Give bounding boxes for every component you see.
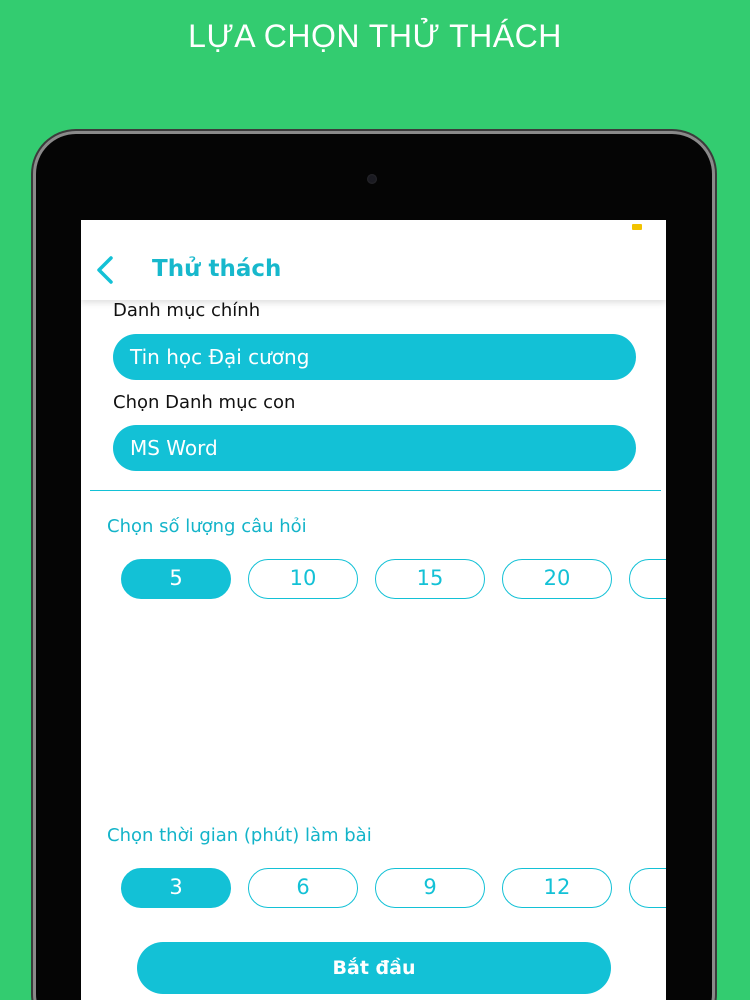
time-limit-option[interactable] <box>629 868 666 908</box>
camera-icon <box>367 174 377 184</box>
time-limit-option[interactable]: 6 <box>248 868 358 908</box>
back-button[interactable] <box>91 252 121 288</box>
app-screen: Thử thách Danh mục chính Tin học Đại cươ… <box>81 220 666 1000</box>
sub-category-value: MS Word <box>130 436 218 460</box>
time-limit-label: Chọn thời gian (phút) làm bài <box>107 825 372 846</box>
question-count-option[interactable]: 15 <box>375 559 485 599</box>
main-category-label: Danh mục chính <box>113 300 261 321</box>
question-count-option[interactable]: 10 <box>248 559 358 599</box>
tablet-frame: Thử thách Danh mục chính Tin học Đại cươ… <box>36 134 712 1000</box>
sub-category-select[interactable]: MS Word <box>113 425 636 471</box>
question-count-option[interactable] <box>629 559 666 599</box>
status-indicator-icon <box>632 224 642 230</box>
time-limit-option[interactable]: 12 <box>502 868 612 908</box>
question-count-label: Chọn số lượng câu hỏi <box>107 516 307 537</box>
time-limit-options: 3 6 9 12 <box>121 868 666 910</box>
page-title: Thử thách <box>152 256 282 282</box>
section-divider <box>90 490 661 491</box>
main-category-select[interactable]: Tin học Đại cương <box>113 334 636 380</box>
main-category-value: Tin học Đại cương <box>130 345 310 369</box>
promo-page: LỰA CHỌN THỬ THÁCH Thử thách Danh mục ch… <box>0 0 750 1000</box>
question-count-option[interactable]: 20 <box>502 559 612 599</box>
navigation-bar: Thử thách <box>81 220 666 300</box>
promo-title: LỰA CHỌN THỬ THÁCH <box>188 18 562 54</box>
chevron-left-icon <box>97 256 113 284</box>
time-limit-option[interactable]: 9 <box>375 868 485 908</box>
start-button[interactable]: Bắt đầu <box>137 942 611 994</box>
question-count-option[interactable]: 5 <box>121 559 231 599</box>
question-count-options: 5 10 15 20 <box>121 559 666 601</box>
sub-category-label: Chọn Danh mục con <box>113 392 296 413</box>
time-limit-option[interactable]: 3 <box>121 868 231 908</box>
